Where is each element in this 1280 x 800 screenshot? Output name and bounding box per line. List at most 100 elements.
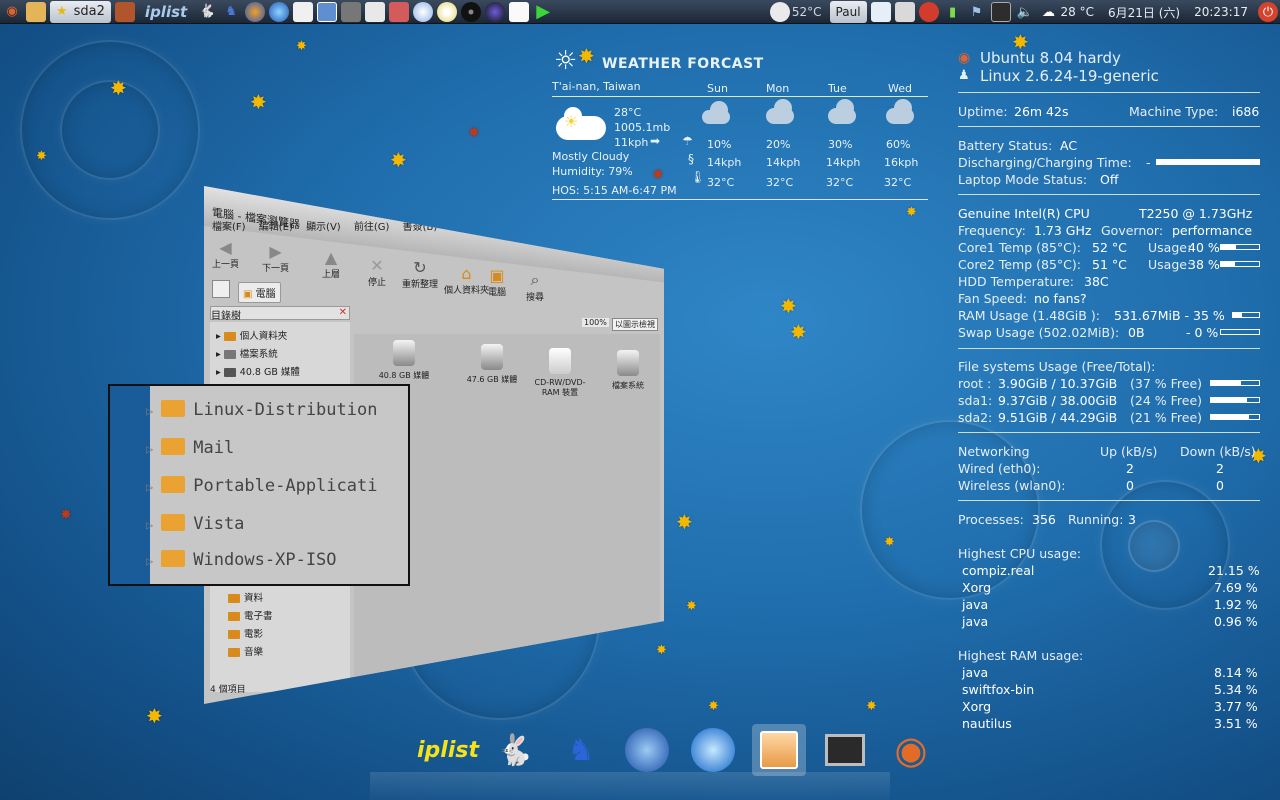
home-folder-icon[interactable] <box>26 1 46 22</box>
reload-button[interactable]: ↻ 重新整理 <box>402 258 438 290</box>
dock-iplist[interactable]: iplist <box>417 724 479 776</box>
drive-item[interactable]: 檔案系統 <box>598 350 658 391</box>
menu-bookmarks[interactable]: 書簽(B) <box>403 222 438 233</box>
menu-file[interactable]: 檔案(F) <box>212 222 246 233</box>
globe-icon[interactable] <box>485 1 506 22</box>
weather-tray-icon[interactable]: ☁ <box>1039 2 1059 22</box>
file-manager-icon[interactable] <box>752 724 806 776</box>
text-editor-icon[interactable] <box>509 1 530 22</box>
ubuntu-launcher-icon[interactable]: ◉ <box>884 724 938 776</box>
disk-icon[interactable] <box>413 1 434 22</box>
home-button[interactable]: ⌂ 個人資料夾 <box>444 264 489 296</box>
close-sidebar-icon[interactable]: ✕ <box>339 307 347 318</box>
power-icon[interactable]: ⏻ <box>1258 2 1278 22</box>
day-name: Tue <box>828 82 847 95</box>
network-tray-icon[interactable] <box>990 2 1011 22</box>
current-temp: 28°C <box>614 106 642 119</box>
computer-button[interactable]: ▣ 電腦 <box>488 266 506 298</box>
date-display[interactable]: 6月21日 (六) <box>1108 4 1180 21</box>
database-icon[interactable] <box>389 1 410 22</box>
core2-usage-label: Usage: <box>1148 257 1192 272</box>
taskbar-sda2[interactable]: ★ sda2 <box>50 0 111 23</box>
ubuntu-menu-icon[interactable]: ◉ <box>2 2 22 22</box>
thunderstorm-icon <box>828 99 856 124</box>
day-precip: 20% <box>766 138 791 151</box>
ram-top-value: 5.34 % <box>1214 682 1258 697</box>
thunderbird-icon[interactable] <box>625 728 669 772</box>
zoom-control[interactable]: 100% <box>582 318 609 327</box>
tree-item[interactable]: 音樂 <box>228 644 263 658</box>
swiftfox-icon[interactable] <box>691 728 735 772</box>
back-button[interactable]: ◀ 上一頁 <box>212 238 239 270</box>
clock-weather-icon[interactable] <box>769 2 790 22</box>
expand-icon: ▷ <box>146 404 154 418</box>
ram-bar <box>1232 312 1260 318</box>
forward-button[interactable]: ▶ 下一頁 <box>262 242 289 274</box>
maple-leaf-icon: ✸ <box>884 535 895 550</box>
drive-label: 檔案系統 <box>612 381 644 390</box>
user-switcher[interactable]: Paul <box>829 1 867 23</box>
tree-item[interactable]: ▸ 40.8 GB 媒體 <box>216 364 300 378</box>
menu-edit[interactable]: 編輯(E) <box>259 222 293 233</box>
search-button[interactable]: ⌕ 搜尋 <box>526 270 544 303</box>
tree-item[interactable]: 資料 <box>228 590 263 604</box>
view-mode-select[interactable]: 以圖示檢視 <box>612 318 658 331</box>
firefox-icon[interactable] <box>245 1 266 22</box>
scanner-icon[interactable] <box>341 1 362 22</box>
ram-top-name: Xorg <box>962 699 992 714</box>
presentation-icon[interactable] <box>293 1 314 22</box>
app-icon[interactable] <box>894 2 915 22</box>
menu-go[interactable]: 前往(G) <box>354 222 390 233</box>
up-button[interactable]: ▲ 上層 <box>322 248 340 280</box>
maple-leaf-icon: ✸ <box>60 507 72 523</box>
optical-drive-icon <box>549 348 571 374</box>
maple-leaf-icon: ✸ <box>790 320 807 344</box>
record-icon[interactable] <box>461 1 482 22</box>
volume-icon[interactable]: 🔈 <box>1015 2 1035 22</box>
clock-display[interactable]: 20:23:17 <box>1194 5 1248 19</box>
up-label: 上層 <box>322 270 341 280</box>
drive-item[interactable]: 40.8 GB 媒體 <box>374 340 434 381</box>
rabbit-icon[interactable]: 🐇 <box>197 2 217 22</box>
rabbit-launcher-icon[interactable]: 🐇 <box>488 724 542 776</box>
uptime-value: 26m 42s <box>1014 104 1069 119</box>
star-icon: ★ <box>56 4 68 19</box>
computer-icon: ▣ <box>243 289 253 300</box>
brick-icon[interactable] <box>114 1 135 22</box>
battery-label: Battery Status: <box>958 138 1053 153</box>
wizard-launcher-icon[interactable]: ♞ <box>554 724 608 776</box>
battery-icon[interactable]: ▮ <box>943 2 963 22</box>
flag-icon[interactable]: ⚑ <box>967 2 987 22</box>
cpu-top-name: compiz.real <box>962 563 1035 578</box>
tree-item[interactable]: 電子書 <box>228 608 273 622</box>
fs-label: sda2: <box>958 410 993 425</box>
stop-button[interactable]: ✕ 停止 <box>368 256 386 288</box>
swap-label: Swap Usage (502.02MiB): <box>958 325 1120 340</box>
chat-icon[interactable] <box>870 2 891 22</box>
drive-item[interactable]: CD-RW/DVD-RAM 裝置 <box>530 348 590 398</box>
magnified-folder-label: Vista <box>193 514 245 534</box>
tree-item[interactable]: ▸ 檔案系統 <box>216 346 278 360</box>
network-icon[interactable] <box>365 1 386 22</box>
rocket-icon[interactable] <box>918 2 939 22</box>
tray-temp-1: 52°C <box>791 5 822 19</box>
maple-leaf-icon: ✸ <box>866 699 877 714</box>
maple-leaf-icon: ✸ <box>780 294 797 318</box>
sidebar-selector[interactable]: 目錄樹 ✕ <box>210 306 350 322</box>
drive-item[interactable]: 47.6 GB 媒體 <box>462 344 522 385</box>
location-button[interactable]: ▣ 電腦 <box>238 282 281 303</box>
play-icon[interactable]: ▶ <box>533 1 553 22</box>
tree-item[interactable]: 電影 <box>228 626 263 640</box>
browser-icon[interactable] <box>269 1 290 22</box>
terminal-icon[interactable] <box>818 724 872 776</box>
menu-help[interactable]: 求助(H) <box>451 222 486 233</box>
day-precip: 30% <box>828 138 853 151</box>
taskbar-iplist[interactable]: iplist <box>139 1 193 23</box>
fs-value: 9.37GiB / 38.00GiB <box>998 393 1118 408</box>
wizard-icon[interactable]: ♞ <box>221 2 241 22</box>
window-icon[interactable] <box>317 1 338 22</box>
edit-location-icon[interactable] <box>212 280 230 298</box>
menu-view[interactable]: 顯示(V) <box>306 222 341 233</box>
cd-icon[interactable] <box>437 1 458 22</box>
tree-item[interactable]: ▸ 個人資料夾 <box>216 328 287 342</box>
